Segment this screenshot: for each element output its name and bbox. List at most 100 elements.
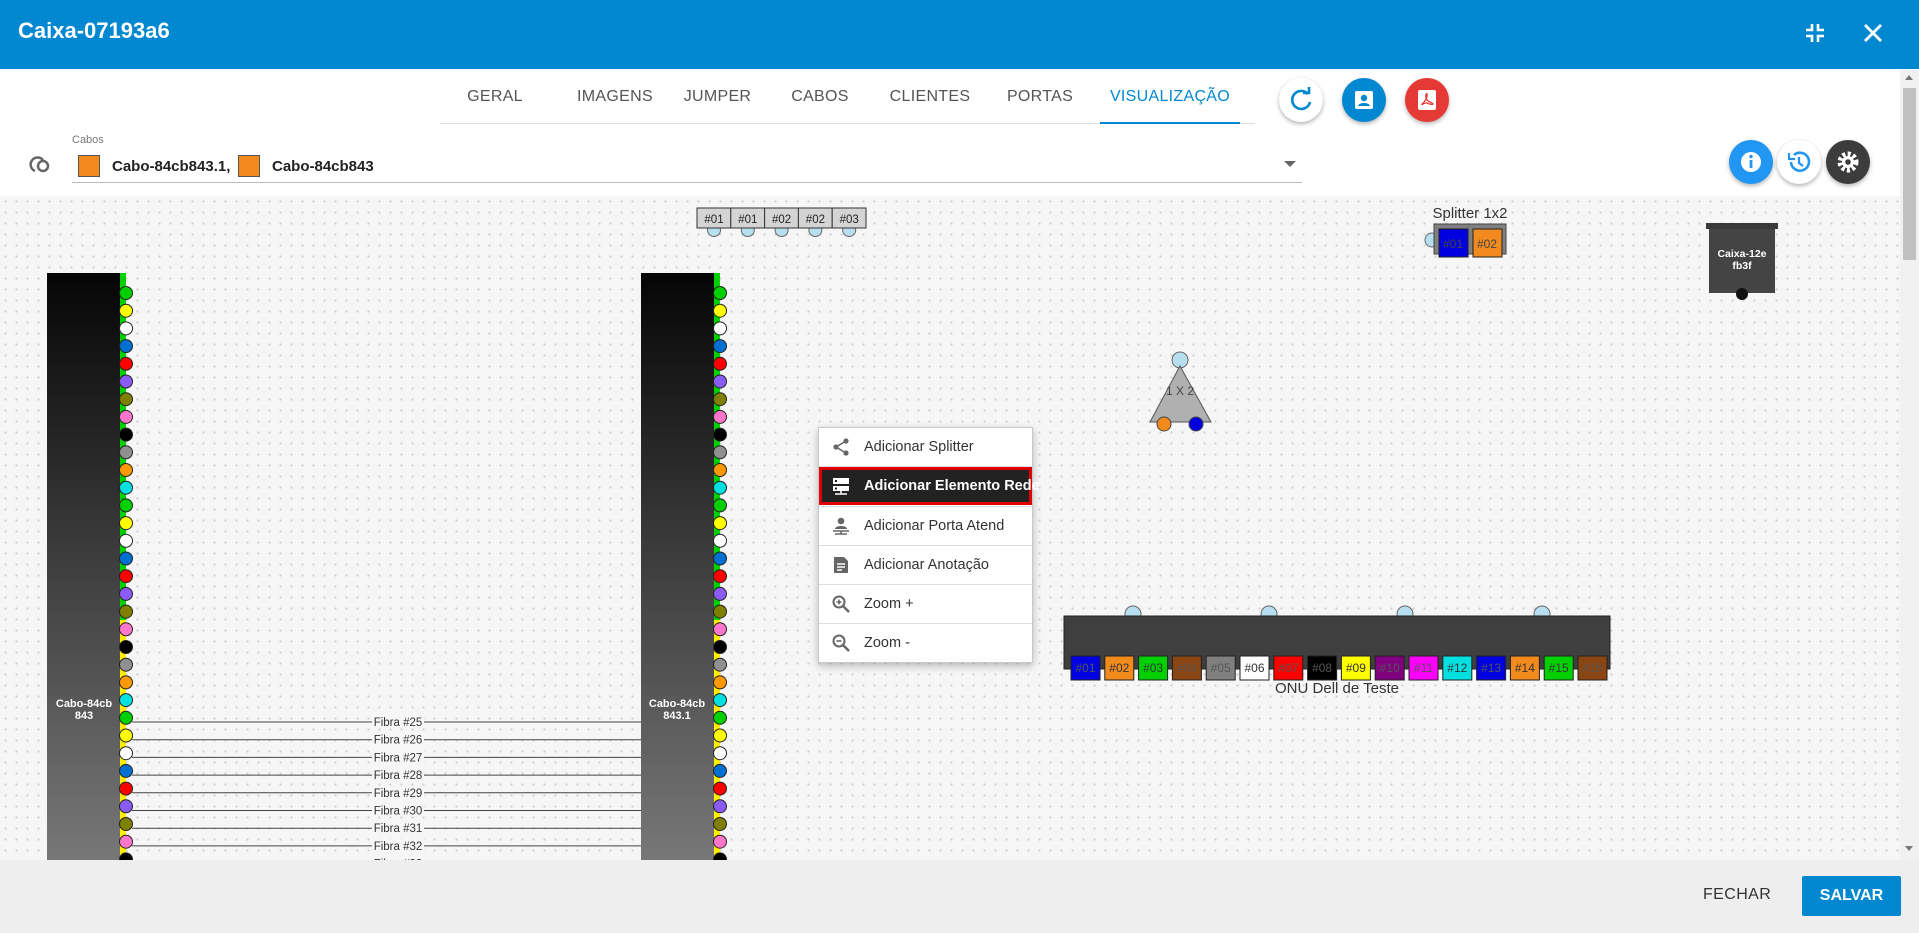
cable-right-fiber-port[interactable] — [713, 781, 727, 796]
cable-left-fiber-port[interactable] — [119, 516, 133, 531]
cable-right-fiber-port[interactable] — [713, 693, 727, 708]
cable-left-fiber-port[interactable] — [119, 604, 133, 619]
scrollbar-thumb[interactable] — [1903, 88, 1916, 260]
cable-right-fiber-port[interactable] — [713, 427, 727, 442]
cable-right-fiber-port[interactable] — [713, 834, 727, 849]
cable-left-fiber-port[interactable] — [119, 463, 133, 477]
cable-left-fiber-port[interactable] — [119, 356, 133, 371]
tab-jumper[interactable]: JUMPER — [670, 72, 765, 122]
menu-add-splitter[interactable]: Adicionar Splitter — [819, 428, 1032, 466]
settings-button[interactable] — [1826, 140, 1870, 184]
cable-right-fiber-port[interactable] — [713, 392, 727, 407]
cable-link-icon[interactable] — [26, 151, 52, 177]
history-button[interactable] — [1777, 140, 1821, 184]
cable-right-fiber-port[interactable] — [713, 746, 727, 761]
cable-left-fiber-port[interactable] — [119, 392, 133, 407]
cable-left-fiber-port[interactable] — [119, 693, 133, 708]
cable-left-fiber-port[interactable] — [119, 763, 133, 778]
cable-left-fiber-port[interactable] — [119, 640, 133, 654]
cable-left-fiber-port[interactable] — [119, 817, 133, 831]
cable-right-fiber-port[interactable] — [713, 409, 727, 424]
cable-left-body[interactable] — [47, 273, 120, 860]
cable-left-fiber-port[interactable] — [119, 339, 133, 354]
contact-button[interactable] — [1342, 78, 1386, 122]
cable-right-fiber-port[interactable] — [713, 498, 727, 513]
cable-chip[interactable]: Cabo-84cb843.1, — [112, 158, 232, 175]
cable-left-fiber-port[interactable] — [119, 834, 133, 849]
close-icon[interactable] — [1858, 18, 1888, 48]
menu-add-network-element[interactable]: Adicionar Elemento Rede — [819, 467, 1040, 505]
cable-right-fiber-port[interactable] — [713, 604, 727, 619]
triangle-splitter-output[interactable] — [1156, 416, 1172, 432]
menu-zoom-in[interactable]: Zoom + — [819, 585, 1032, 623]
cable-left-fiber-port[interactable] — [119, 480, 133, 495]
cable-left-fiber-port[interactable] — [119, 781, 133, 796]
cable-right-fiber-port[interactable] — [713, 569, 727, 584]
caixa-port[interactable] — [1736, 288, 1748, 300]
scroll-down-arrow[interactable] — [1905, 846, 1913, 851]
cable-left-fiber-port[interactable] — [119, 746, 133, 761]
cable-right-fiber-port[interactable] — [713, 622, 727, 637]
menu-zoom-out[interactable]: Zoom - — [819, 624, 1032, 662]
menu-add-note[interactable]: Adicionar Anotação — [819, 546, 1032, 584]
cable-right-fiber-port[interactable] — [713, 480, 727, 495]
close-button[interactable]: FECHAR — [1703, 886, 1771, 904]
cable-left-fiber-port[interactable] — [119, 675, 133, 690]
cable-right-fiber-port[interactable] — [713, 286, 727, 300]
pdf-button[interactable] — [1405, 78, 1449, 122]
cable-right-fiber-port[interactable] — [713, 516, 727, 531]
cable-right-fiber-port[interactable] — [713, 445, 727, 460]
menu-add-service-port[interactable]: Adicionar Porta Atend — [819, 507, 1032, 545]
chevron-down-icon[interactable] — [1284, 161, 1296, 167]
cable-left-fiber-port[interactable] — [119, 622, 133, 637]
cable-right-fiber-port[interactable] — [713, 586, 727, 601]
cable-left-fiber-port[interactable] — [119, 374, 133, 389]
cable-left-fiber-port[interactable] — [119, 321, 133, 336]
tab-portas[interactable]: PORTAS — [990, 72, 1090, 122]
cable-left-fiber-port[interactable] — [119, 586, 133, 601]
info-button[interactable] — [1729, 140, 1773, 184]
cable-right-fiber-port[interactable] — [713, 728, 727, 743]
cable-right-fiber-port[interactable] — [713, 339, 727, 354]
save-button[interactable]: SALVAR — [1802, 876, 1901, 916]
cable-right-fiber-port[interactable] — [713, 533, 727, 548]
refresh-button[interactable] — [1279, 78, 1323, 122]
cable-right-fiber-port[interactable] — [713, 675, 727, 690]
tab-visualização[interactable]: VISUALIZAÇÃO — [1100, 72, 1240, 124]
cable-left-fiber-port[interactable] — [119, 303, 133, 318]
cable-right-fiber-port[interactable] — [713, 374, 727, 389]
tab-cabos[interactable]: CABOS — [770, 72, 870, 122]
cable-left-fiber-port[interactable] — [119, 657, 133, 672]
cable-right-fiber-port[interactable] — [713, 463, 727, 477]
triangle-splitter-output[interactable] — [1188, 416, 1204, 432]
tab-imagens[interactable]: IMAGENS — [560, 72, 670, 122]
tab-geral[interactable]: GERAL — [440, 72, 550, 122]
cabos-select[interactable]: Cabo-84cb843.1, Cabo-84cb843 — [72, 152, 1302, 183]
cable-chip[interactable]: Cabo-84cb843 — [272, 158, 472, 175]
cable-right-fiber-port[interactable] — [713, 799, 727, 814]
cable-left-fiber-port[interactable] — [119, 569, 133, 584]
cable-right-fiber-port[interactable] — [713, 321, 727, 336]
cable-left-fiber-port[interactable] — [119, 533, 133, 548]
exit-fullscreen-icon[interactable] — [1800, 18, 1830, 48]
vertical-scrollbar[interactable] — [1900, 70, 1919, 860]
cable-right-body[interactable] — [641, 273, 714, 860]
cable-left-fiber-port[interactable] — [119, 551, 133, 566]
cable-left-fiber-port[interactable] — [119, 498, 133, 513]
cable-left-fiber-port[interactable] — [119, 445, 133, 460]
cable-left-fiber-port[interactable] — [119, 427, 133, 442]
cable-right-fiber-port[interactable] — [713, 356, 727, 371]
cable-right-fiber-port[interactable] — [713, 551, 727, 566]
cable-right-fiber-port[interactable] — [713, 640, 727, 654]
cable-left-fiber-port[interactable] — [119, 710, 133, 725]
cable-left-fiber-port[interactable] — [119, 286, 133, 300]
scroll-up-arrow[interactable] — [1905, 75, 1913, 80]
cable-left-fiber-port[interactable] — [119, 409, 133, 424]
tab-clientes[interactable]: CLIENTES — [870, 72, 990, 122]
cable-left-fiber-port[interactable] — [119, 799, 133, 814]
cable-right-fiber-port[interactable] — [713, 303, 727, 318]
cable-right-fiber-port[interactable] — [713, 763, 727, 778]
cable-right-fiber-port[interactable] — [713, 710, 727, 725]
cable-left-fiber-port[interactable] — [119, 728, 133, 743]
cable-right-fiber-port[interactable] — [713, 657, 727, 672]
